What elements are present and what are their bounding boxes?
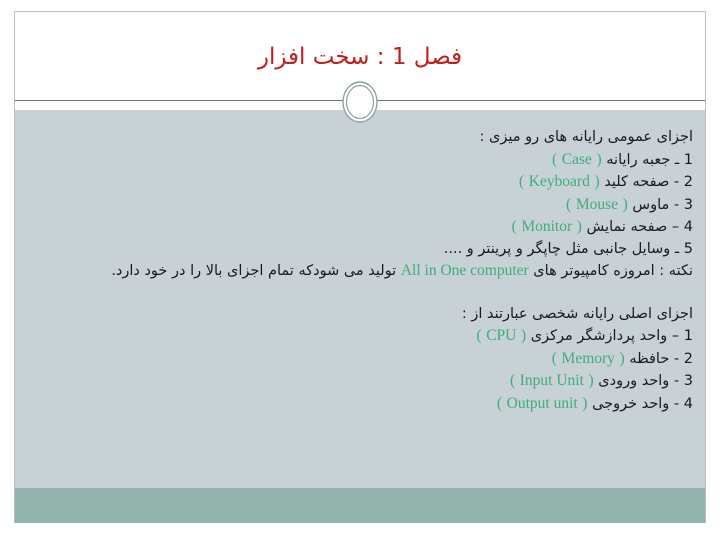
list-item-term: Mouse <box>575 195 619 213</box>
footer-bar <box>15 488 705 523</box>
list-item-paren-close: ) <box>594 173 600 190</box>
list-item-separator: ـ <box>674 151 680 168</box>
list-item-paren-open: ( <box>566 195 572 213</box>
body-content: اجزای عمومی رایانه های رو میزی : 1 ـ جعب… <box>27 127 693 415</box>
list-item-number: 5 <box>683 240 693 257</box>
list-item-separator: - <box>673 373 680 389</box>
list-item-number: 4 <box>683 219 693 235</box>
slide-header: فصل 1 : سخت افزار <box>15 12 705 100</box>
section1-note: نکته : امروزه کامپیوتر های All in One co… <box>27 260 693 283</box>
list-item: 4 – صفحه نمایش ( Monitor ) <box>27 216 693 239</box>
list-item: 1 – واحد پردازشگر مرکزی ( CPU ) <box>27 325 693 348</box>
list-item-number: 2 <box>683 174 693 190</box>
section2-heading: اجزای اصلی رایانه شخصی عبارتند از : <box>461 305 693 322</box>
list-item-label: واحد خروجی <box>592 395 670 412</box>
list-item-paren-open: ( <box>496 394 503 412</box>
list-item-term: Keyboard <box>528 173 590 190</box>
list-item-number: 4 <box>683 395 693 412</box>
list-item-paren-open: ( <box>476 327 482 344</box>
list-item: 1 ـ جعبه رایانه ( Case ) <box>27 149 693 172</box>
list-item-term: Monitor <box>521 218 573 235</box>
list-item-number: 3 <box>683 373 693 389</box>
list-item-number: 2 <box>683 350 693 367</box>
list-item-label: واحد پردازشگر مرکزی <box>530 328 668 344</box>
list-item: 5 ـ وسایل جانبی مثل چاپگر و پرینتر و ...… <box>27 239 693 261</box>
list-item-label: حافظه <box>629 350 670 367</box>
list-item-separator: ـ <box>674 240 680 257</box>
list-item-term: Memory <box>561 349 615 367</box>
list-item-label: وسایل جانبی مثل چاپگر و پرینتر و .... <box>443 240 671 257</box>
list-item-number: 1 <box>683 328 693 344</box>
list-item-paren-close: ) <box>582 394 588 412</box>
list-item-paren-open: ( <box>551 150 558 168</box>
list-item-term: Input Unit <box>519 372 584 389</box>
list-item-paren-close: ) <box>596 150 602 168</box>
list-item-label: صفحه کلید <box>604 174 670 190</box>
list-item-term: Case <box>561 150 592 168</box>
list-item-separator: – <box>671 219 680 235</box>
list-item-separator: - <box>673 395 680 412</box>
list-item: 2 - حافظه ( Memory ) <box>27 348 693 371</box>
page-title: فصل 1 : سخت افزار <box>257 44 463 70</box>
list-item-label: صفحه نمایش <box>586 219 668 235</box>
list-item-paren-close: ) <box>576 218 582 235</box>
list-item-paren-close: ) <box>520 327 527 344</box>
list-item-paren-close: ) <box>619 349 625 367</box>
list-item: 3 - واحد ورودی ( Input Unit ) <box>27 370 693 393</box>
list-item-term: CPU <box>486 327 517 344</box>
list-item-paren-close: ) <box>622 195 628 213</box>
list-item-number: 1 <box>683 151 693 168</box>
list-item-paren-close: ) <box>588 372 594 389</box>
list-item: 4 - واحد خروجی ( Output unit ) <box>27 393 693 416</box>
list-item-paren-open: ( <box>511 218 517 235</box>
list-item-separator: - <box>673 174 680 190</box>
list-item-separator: - <box>673 350 680 367</box>
list-item-label: جعبه رایانه <box>606 151 671 168</box>
header-gap <box>15 101 705 110</box>
note-term: All in One computer <box>400 262 529 279</box>
slide: فصل 1 : سخت افزار اجزای عمومی رایانه های… <box>0 0 720 540</box>
list-item-paren-open: ( <box>509 372 516 389</box>
list-item-paren-open: ( <box>551 349 557 367</box>
list-item-separator: – <box>671 328 680 344</box>
list-item-number: 3 <box>683 196 693 213</box>
list-item-separator: - <box>673 196 680 213</box>
section1-heading: اجزای عمومی رایانه های رو میزی : <box>479 129 694 145</box>
note-suffix: تولید می شودکه تمام اجزای بالا را در خود… <box>111 263 397 279</box>
list-item-term: Output unit <box>506 394 578 412</box>
note-prefix: نکته : امروزه کامپیوتر های <box>533 263 693 279</box>
list-item: 3 - ماوس ( Mouse ) <box>27 194 693 217</box>
list-item: 2 - صفحه کلید ( Keyboard ) <box>27 171 693 194</box>
list-item-label: ماوس <box>632 196 670 213</box>
slide-body: اجزای عمومی رایانه های رو میزی : 1 ـ جعب… <box>15 110 705 488</box>
list-item-paren-open: ( <box>518 173 525 190</box>
list-item-label: واحد ورودی <box>598 373 670 389</box>
